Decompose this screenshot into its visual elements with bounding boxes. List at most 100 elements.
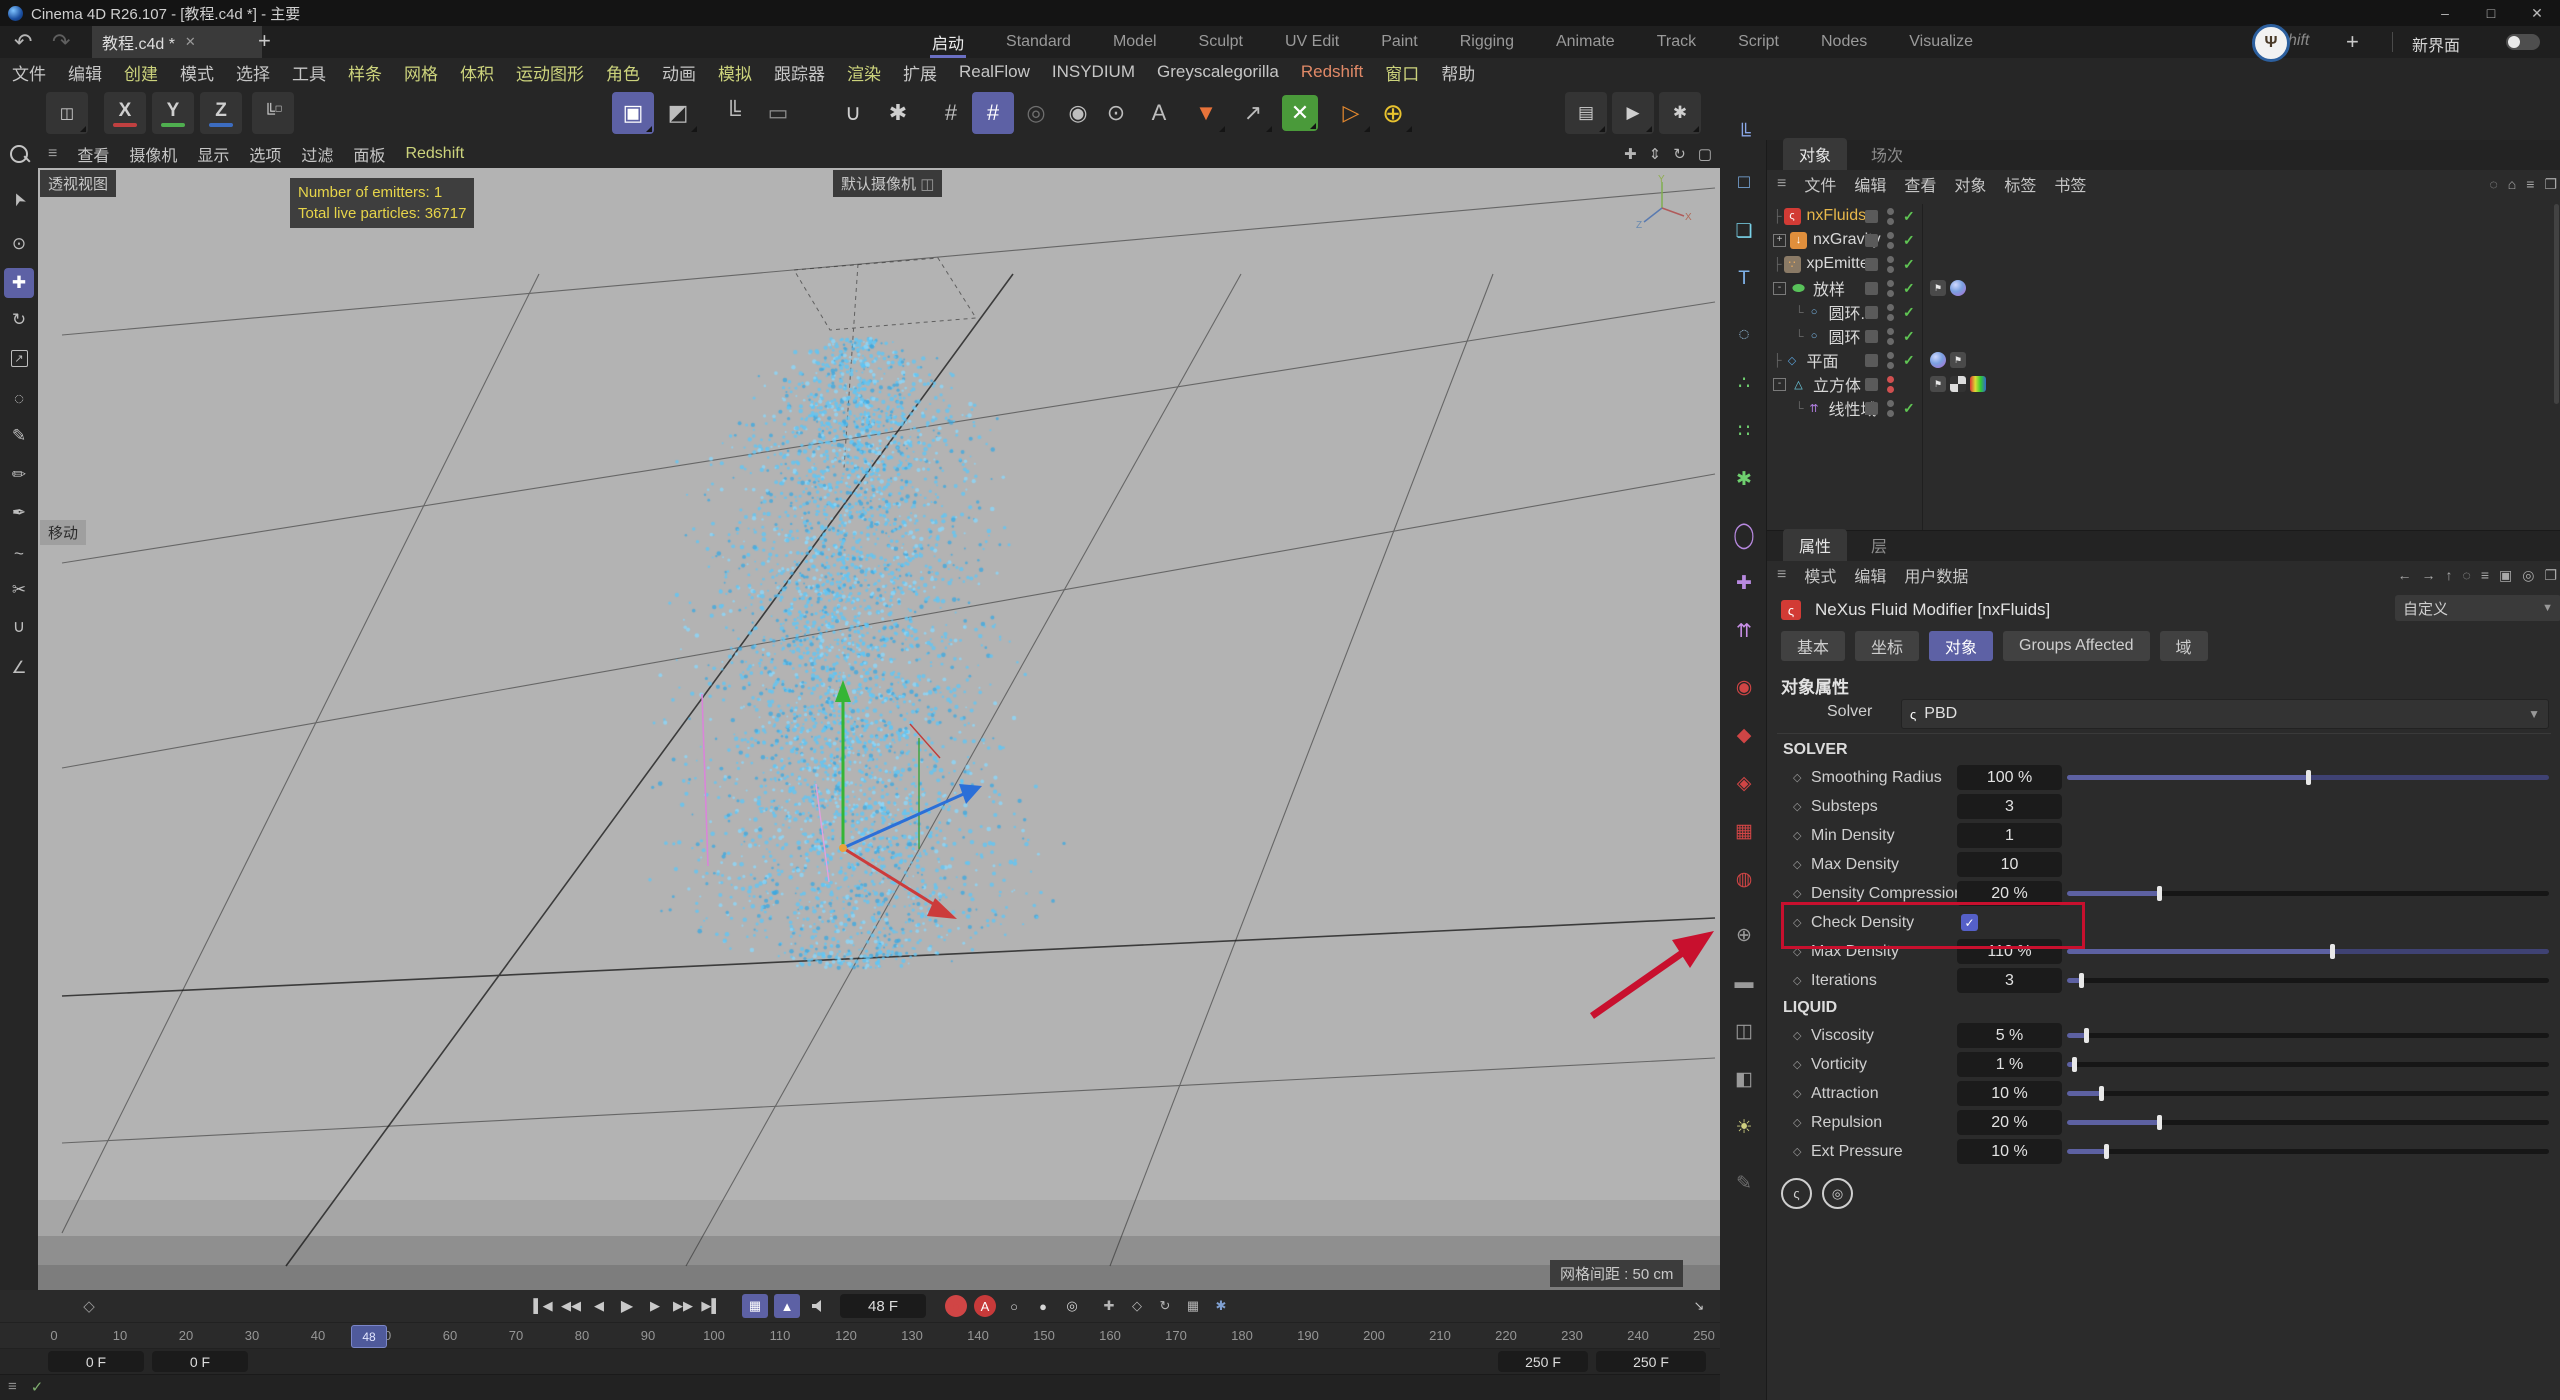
record-keyframe-button[interactable]: ● bbox=[945, 1295, 967, 1317]
layer-chip[interactable] bbox=[1865, 281, 1878, 295]
prev-frame-button[interactable]: ◀ bbox=[586, 1294, 612, 1318]
visibility-dots[interactable] bbox=[1887, 303, 1894, 321]
render-options-icon[interactable]: ◉ bbox=[1057, 92, 1099, 134]
object-manager-menu-icon[interactable]: ≡ bbox=[1777, 175, 1786, 193]
section-tab-坐标[interactable]: 坐标 bbox=[1855, 631, 1920, 661]
object-manager-menu-文件[interactable]: 文件 bbox=[1804, 172, 1836, 196]
record-parameter-button[interactable]: ▦ bbox=[1182, 1295, 1204, 1317]
slider-track[interactable] bbox=[2067, 1028, 2549, 1043]
menu-创建[interactable]: 创建 bbox=[124, 60, 158, 85]
section-tab-基本[interactable]: 基本 bbox=[1781, 631, 1846, 661]
workspace-tab-启动[interactable]: 启动 bbox=[930, 26, 967, 58]
value-field[interactable]: 10 % bbox=[1957, 1139, 2062, 1164]
minimize-button[interactable]: – bbox=[2422, 0, 2468, 26]
camera-button[interactable]: ◫ bbox=[46, 92, 88, 134]
orbit-icon[interactable]: ↻ bbox=[1673, 145, 1686, 163]
key-diamond-icon[interactable]: ◇ bbox=[1793, 1058, 1801, 1071]
object-name[interactable]: 放样 bbox=[1813, 276, 1845, 300]
layer-chip[interactable] bbox=[1865, 329, 1878, 343]
visibility-dots[interactable] bbox=[1887, 327, 1894, 345]
workspace-tab-model[interactable]: Model bbox=[1111, 26, 1159, 58]
phong-tag-icon[interactable]: ⚑ bbox=[1930, 280, 1946, 296]
mograph-cloner-icon[interactable]: ∴ bbox=[1727, 366, 1761, 400]
render-picture-viewer-icon[interactable]: ▶ bbox=[1612, 92, 1654, 134]
record-rotation-button[interactable]: ↻ bbox=[1154, 1295, 1176, 1317]
menu-工具[interactable]: 工具 bbox=[292, 60, 326, 85]
scale-tool[interactable]: ↗ bbox=[4, 343, 34, 373]
rs-light-icon[interactable]: ◆ bbox=[1727, 718, 1761, 752]
workspace-tab-paint[interactable]: Paint bbox=[1379, 26, 1419, 58]
object-row-圆环.1[interactable]: └ ○ 圆环.1 ✓ bbox=[1767, 300, 2560, 324]
enabled-check-icon[interactable]: ✓ bbox=[1903, 400, 1915, 417]
menu-扩展[interactable]: 扩展 bbox=[903, 60, 937, 85]
plane-icon[interactable]: □ bbox=[1727, 166, 1761, 200]
slider-track[interactable] bbox=[2067, 1115, 2549, 1130]
rainbow-tag-icon[interactable] bbox=[1970, 376, 1986, 392]
menu-编辑[interactable]: 编辑 bbox=[68, 60, 102, 85]
coord-icon[interactable]: ╚ bbox=[1727, 118, 1761, 152]
checker-tag-icon[interactable] bbox=[1950, 376, 1966, 392]
workspace-tab-nodes[interactable]: Nodes bbox=[1819, 26, 1869, 58]
st-light-icon[interactable]: ☀ bbox=[1727, 1110, 1761, 1144]
key-diamond-icon[interactable]: ◇ bbox=[1793, 887, 1801, 900]
layer-chip[interactable] bbox=[1865, 305, 1878, 319]
new-interface-toggle[interactable] bbox=[2506, 34, 2540, 50]
key-diamond-icon[interactable]: ◇ bbox=[1793, 829, 1801, 842]
field-axis-icon[interactable]: ✚ bbox=[1727, 566, 1761, 600]
slider-handle[interactable] bbox=[2156, 886, 2162, 901]
new-document-tab-button[interactable]: + bbox=[258, 28, 271, 54]
key-diamond-icon[interactable]: ◇ bbox=[1793, 771, 1801, 784]
polygon-pen-tool[interactable]: ✏ bbox=[4, 460, 34, 490]
timeline-expand-icon[interactable]: ↘ bbox=[1686, 1294, 1712, 1318]
expand-toggle[interactable]: - bbox=[1773, 281, 1786, 295]
current-frame-field[interactable]: 48 F bbox=[840, 1294, 926, 1318]
object-manager-search-icon[interactable]: ◌ bbox=[2489, 176, 2497, 193]
visibility-dots[interactable] bbox=[1887, 279, 1894, 297]
slider-track[interactable] bbox=[2067, 770, 2549, 785]
object-manager-menu-查看[interactable]: 查看 bbox=[1904, 172, 1936, 196]
key-diamond-icon[interactable]: ◇ bbox=[1793, 974, 1801, 987]
goto-end-button[interactable]: ▶▌ bbox=[698, 1294, 724, 1318]
menu-体积[interactable]: 体积 bbox=[460, 60, 494, 85]
select-arrow-tool[interactable]: ➤ bbox=[4, 184, 34, 214]
menu-运动图形[interactable]: 运动图形 bbox=[516, 60, 584, 85]
view-label[interactable]: 透视视图 bbox=[40, 170, 117, 197]
close-button[interactable]: ✕ bbox=[2514, 0, 2560, 26]
menu-窗口[interactable]: 窗口 bbox=[1385, 60, 1419, 85]
solo-display-icon[interactable]: ⊙ bbox=[1095, 92, 1137, 134]
enabled-check-icon[interactable]: ✓ bbox=[1903, 208, 1915, 225]
range-start-field-1[interactable]: 0 F bbox=[152, 1351, 248, 1372]
viewport-menu-过滤[interactable]: 过滤 bbox=[301, 142, 333, 166]
pen-tool[interactable]: ✎ bbox=[4, 421, 34, 451]
record-scale-button[interactable]: ◇ bbox=[1126, 1295, 1148, 1317]
viewport-menu-摄像机[interactable]: 摄像机 bbox=[129, 142, 177, 166]
drop-to-floor-icon[interactable]: ▼ bbox=[1185, 92, 1227, 134]
live-select-tool[interactable]: ⊙ bbox=[4, 229, 34, 259]
viewport-menu-查看[interactable]: 查看 bbox=[77, 142, 109, 166]
attribute-manager-float-icon[interactable]: ❐ bbox=[2544, 567, 2557, 584]
render-view-icon[interactable]: ▤ bbox=[1565, 92, 1607, 134]
object-manager-menu-标签[interactable]: 标签 bbox=[2004, 172, 2036, 196]
slider-track[interactable] bbox=[2067, 973, 2549, 988]
value-field[interactable]: 1 bbox=[1957, 823, 2062, 848]
search-tool[interactable] bbox=[4, 139, 34, 169]
target-render-icon[interactable]: ⊕ bbox=[1372, 92, 1414, 134]
add-workspace-button[interactable]: + bbox=[2346, 29, 2359, 55]
simulate-icon[interactable]: ✱ bbox=[1727, 462, 1761, 496]
record-pla-button[interactable]: ✱ bbox=[1210, 1295, 1232, 1317]
key-diamond-icon[interactable]: ◇ bbox=[1793, 1029, 1801, 1042]
object-row-平面[interactable]: ├ ◇ 平面 ✓ ⚑ bbox=[1767, 348, 2560, 372]
object-row-xpEmitter[interactable]: ├ ∵ xpEmitter ✓ bbox=[1767, 252, 2560, 276]
timeline-ruler[interactable]: 0102030405060708090100110120130140150160… bbox=[0, 1322, 1720, 1349]
measure-tool[interactable]: ∠ bbox=[4, 653, 34, 683]
status-menu-icon[interactable]: ≡ bbox=[8, 1378, 17, 1396]
maximize-button[interactable]: □ bbox=[2468, 0, 2514, 26]
object-manager-menu-书签[interactable]: 书签 bbox=[2054, 172, 2086, 196]
attribute-manager-menu-用户数据[interactable]: 用户数据 bbox=[1904, 563, 1968, 587]
slider-handle[interactable] bbox=[2072, 1057, 2078, 1072]
loop-mode-button[interactable]: ▦ bbox=[742, 1294, 768, 1318]
lasso-select-tool[interactable]: ◌ bbox=[4, 384, 34, 414]
layer-chip[interactable] bbox=[1865, 209, 1878, 223]
value-field[interactable]: 10 % bbox=[1957, 1081, 2062, 1106]
menu-样条[interactable]: 样条 bbox=[348, 60, 382, 85]
